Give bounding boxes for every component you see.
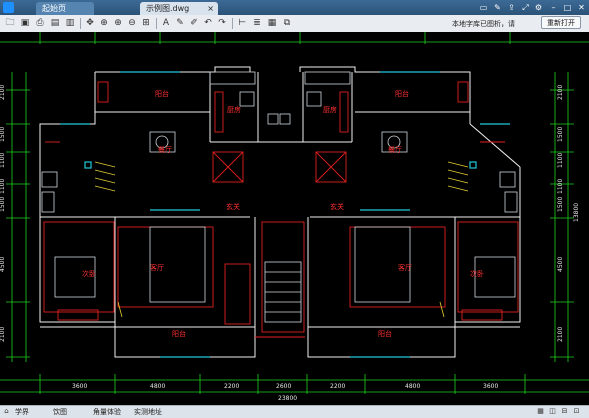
measure-icon[interactable]: ⊢	[236, 17, 248, 29]
dim-left-7: 2100	[0, 327, 6, 342]
home-icon[interactable]: ⌂	[2, 407, 11, 416]
fit-icon[interactable]: ⊡	[572, 407, 581, 416]
reopen-button[interactable]: 重新打开	[541, 16, 581, 29]
open-folder-icon[interactable]: 🗀	[4, 17, 16, 29]
dim-right-3: 1100	[557, 153, 564, 168]
room-label-kitchen-left: 厨房	[227, 105, 241, 114]
edit-icon[interactable]: ✎	[492, 2, 503, 13]
tab-label: 示例图.dwg	[146, 4, 190, 13]
fullscreen-icon[interactable]: ⤢	[520, 2, 531, 13]
dim-bottom-total: 23800	[278, 395, 297, 402]
gear-icon[interactable]: ⚙	[533, 2, 544, 13]
title-bar: 起始页 示例图.dwg × ▭ ✎ ⇪ ⤢ ⚙ – □ ✕	[0, 0, 589, 15]
dim-left-4: 1100	[0, 179, 6, 194]
minimize-button[interactable]: –	[548, 2, 559, 13]
zoom-window-icon[interactable]: ⊕	[98, 17, 110, 29]
dim-right-2: 1500	[557, 127, 564, 142]
dim-left-5: 1500	[0, 197, 6, 212]
status-item-1[interactable]: 学界	[12, 407, 32, 417]
dim-right-1: 2100	[557, 85, 564, 100]
status-item-4[interactable]: 实测地址	[131, 407, 165, 417]
export-pdf-icon[interactable]: ▤	[49, 17, 61, 29]
zoom-in-icon[interactable]: ⊕	[112, 17, 124, 29]
close-tab-icon[interactable]: ×	[207, 2, 214, 15]
status-bar: ⌂ 学界 饮图 角量体验 实测地址 ▦ ◫ ⊟ ⊡	[0, 405, 589, 418]
pan-icon[interactable]: ✥	[84, 17, 96, 29]
dim-bottom-2: 4800	[150, 383, 165, 390]
room-label-dining-right: 餐厅	[388, 145, 402, 154]
room-label-foyer-right: 玄关	[330, 202, 344, 211]
dim-right-5: 1500	[557, 197, 564, 212]
room-label-bedroom-left: 次卧	[82, 269, 96, 278]
room-label-living-left: 客厅	[150, 263, 164, 272]
toolbar: 🗀 ▣ ⎙ ▤ ▥ ✥ ⊕ ⊕ ⊖ ⊞ A ✎ ✐ ↶ ↷ ⊢ ≣ ▦ ⧉ 本地…	[0, 15, 589, 33]
maximize-button[interactable]: □	[562, 2, 573, 13]
markup-icon[interactable]: ✐	[188, 17, 200, 29]
snap-icon[interactable]: ◫	[548, 407, 557, 416]
dim-left-1: 2100	[0, 85, 6, 100]
pencil-icon[interactable]: ✎	[174, 17, 186, 29]
room-label-balcony-bottom-right: 阳台	[378, 329, 392, 338]
dim-left-3: 1100	[0, 153, 6, 168]
save-icon[interactable]: ▣	[19, 17, 31, 29]
dim-right-4: 1100	[557, 179, 564, 194]
room-label-foyer-left: 玄关	[226, 202, 240, 211]
export-image-icon[interactable]: ▥	[64, 17, 76, 29]
share-icon[interactable]: ⇪	[506, 2, 517, 13]
ortho-icon[interactable]: ⊟	[560, 407, 569, 416]
dim-bottom-6: 4800	[405, 383, 420, 390]
dim-bottom-5: 2200	[330, 383, 345, 390]
room-label-kitchen-right: 厨房	[323, 105, 337, 114]
tab-start-page[interactable]: 起始页	[36, 2, 94, 15]
windows	[60, 71, 510, 358]
print-icon[interactable]: ⎙	[34, 17, 46, 29]
dim-right-7: 2100	[557, 327, 564, 342]
dim-bottom-7: 3600	[483, 383, 498, 390]
dim-bottom-3: 2200	[224, 383, 239, 390]
room-label-balcony-right: 阳台	[395, 89, 409, 98]
undo-icon[interactable]: ↶	[202, 17, 214, 29]
dim-right-total: 13800	[573, 203, 580, 222]
room-label-living-right: 客厅	[398, 263, 412, 272]
room-label-dining-left: 餐厅	[158, 145, 172, 154]
dim-left-6: 4500	[0, 257, 6, 272]
dimension-lines	[0, 32, 589, 394]
room-label-bedroom-right: 次卧	[470, 269, 484, 278]
fixtures	[41, 71, 518, 323]
text-icon[interactable]: A	[160, 17, 172, 29]
room-labels: 阳台 阳台 厨房 厨房 餐厅 餐厅 玄关 玄关 客厅 客厅 次卧 次卧 阳台 阳…	[82, 89, 484, 338]
app-logo-icon	[3, 2, 14, 13]
compare-icon[interactable]: ⧉	[281, 17, 293, 29]
zoom-extents-icon[interactable]: ⊞	[140, 17, 152, 29]
layers-icon[interactable]: ≣	[251, 17, 263, 29]
dim-right-6: 4500	[557, 257, 564, 272]
dim-left-2: 1500	[0, 127, 6, 142]
drawing-canvas[interactable]: 2100 1500 1100 1100 1500 4500 2100 2100 …	[0, 32, 589, 405]
layout-icon[interactable]: ▦	[266, 17, 278, 29]
dim-bottom-4: 2600	[276, 383, 291, 390]
zoom-out-icon[interactable]: ⊖	[126, 17, 138, 29]
tab-label: 起始页	[42, 4, 66, 13]
stair-hatching	[94, 161, 469, 318]
dimension-labels: 2100 1500 1100 1100 1500 4500 2100 2100 …	[0, 85, 580, 402]
room-label-balcony-bottom-left: 阳台	[172, 329, 186, 338]
grid-icon[interactable]: ▦	[536, 407, 545, 416]
dim-bottom-1: 3600	[72, 383, 87, 390]
redo-icon[interactable]: ↷	[216, 17, 228, 29]
open-file-icon[interactable]: ▭	[478, 2, 489, 13]
close-button[interactable]: ✕	[576, 2, 587, 13]
status-item-2[interactable]: 饮图	[50, 407, 70, 417]
status-item-3[interactable]: 角量体验	[90, 407, 124, 417]
font-hint-text: 本地字库已图析，请	[452, 20, 515, 28]
room-label-balcony-left: 阳台	[155, 89, 169, 98]
floor-plan: 2100 1500 1100 1100 1500 4500 2100 2100 …	[0, 32, 589, 402]
walls	[39, 66, 521, 358]
tab-drawing[interactable]: 示例图.dwg ×	[140, 2, 218, 15]
